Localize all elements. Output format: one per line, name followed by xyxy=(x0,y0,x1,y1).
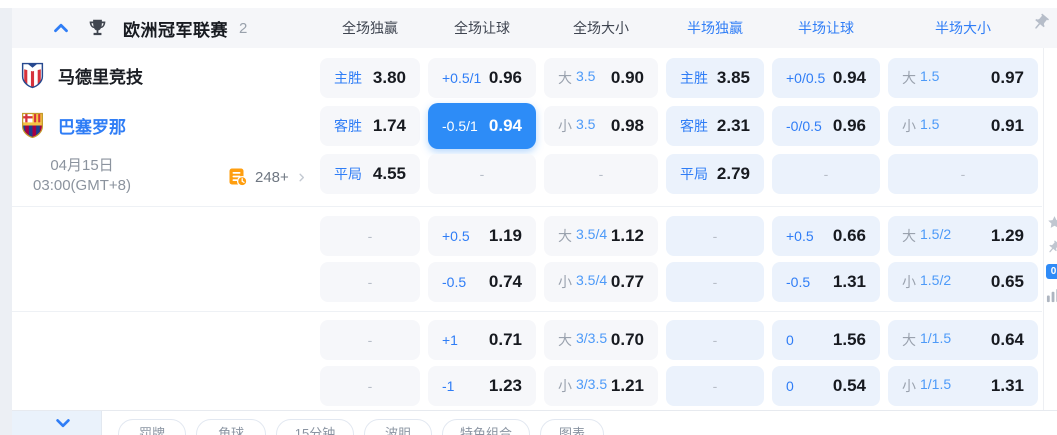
odds-cell[interactable]: 客胜 2.31 xyxy=(666,106,764,146)
market-chip[interactable]: 罚牌 xyxy=(118,419,186,435)
away-team-row[interactable]: 巴塞罗那 xyxy=(20,112,126,139)
odds-cell[interactable]: 小 1.5/2 0.65 xyxy=(888,262,1038,302)
odds-cell: - xyxy=(320,320,420,360)
collapse-chevron-up-icon[interactable] xyxy=(50,17,72,39)
odds-cell[interactable]: 小 1/1.5 1.31 xyxy=(888,366,1038,406)
trophy-icon xyxy=(87,18,108,39)
column-headers: 全场独赢 全场让球 全场大小 半场独赢 半场让球 半场大小 xyxy=(320,8,1038,48)
market-chip[interactable]: 角球 xyxy=(196,419,266,435)
odds-cell: - xyxy=(666,216,764,256)
markets-clock-icon xyxy=(228,167,248,187)
home-team-row[interactable]: 马德里竞技 xyxy=(20,62,143,89)
column-header-6: 半场大小 xyxy=(935,20,991,36)
odds-cell[interactable]: 大 3.5/4 1.12 xyxy=(544,216,658,256)
column-header-3: 全场大小 xyxy=(573,20,629,36)
markets-count: 248+ xyxy=(255,168,289,186)
odds-cell[interactable]: 大 3.5 0.90 xyxy=(544,58,658,98)
odds-cell[interactable]: -0.5 0.74 xyxy=(428,262,536,302)
odds-cell[interactable]: -0.5/1 0.94 xyxy=(428,103,536,149)
divider xyxy=(1043,48,1044,410)
odds-cell[interactable]: 平局 4.55 xyxy=(320,154,420,194)
odds-row: - +0.5 1.19 大 3.5/4 1.12- +0.5 0.66 大 1.5/2 1.29 xyxy=(320,216,1038,256)
left-gutter xyxy=(0,8,12,435)
odds-board: 欧洲冠军联赛 2 全场独赢 全场让球 全场大小 半场独赢 半场让球 半场大小 马德里竞技 xyxy=(0,0,1057,435)
match-date: 04月15日 xyxy=(50,157,114,174)
odds-cell[interactable]: +0.5 0.66 xyxy=(772,216,880,256)
odds-cell: - xyxy=(544,154,658,194)
league-title: 欧洲冠军联赛 xyxy=(123,20,228,40)
divider xyxy=(101,411,102,435)
divider xyxy=(12,206,1042,207)
odds-cell: - xyxy=(320,366,420,406)
away-team-name: 巴塞罗那 xyxy=(58,118,126,137)
odds-cell[interactable]: 小 1.5 0.91 xyxy=(888,106,1038,146)
column-header-2: 全场让球 xyxy=(454,20,510,36)
odds-cell: - xyxy=(320,262,420,302)
market-chip[interactable]: 特色组合 xyxy=(442,419,530,435)
odds-row: - +1 0.71 大 3/3.5 0.70-0 1.56 大 1/1.5 0.64 xyxy=(320,320,1038,360)
match-datetime: 04月15日 03:00(GMT+8) xyxy=(4,156,160,196)
odds-cell[interactable]: 大 1.5 0.97 xyxy=(888,58,1038,98)
odds-cell: - xyxy=(666,320,764,360)
odds-cell[interactable]: -0/0.5 0.96 xyxy=(772,106,880,146)
divider xyxy=(12,410,1057,411)
more-markets-link[interactable]: 248+ xyxy=(228,165,307,189)
column-header-4: 半场独赢 xyxy=(687,20,743,36)
odds-cell[interactable]: -0.5 1.31 xyxy=(772,262,880,302)
count-badge[interactable]: 0 xyxy=(1046,264,1057,279)
odds-row: 客胜 1.74 -0.5/1 0.94 小 3.5 0.98 客胜 2.31 -0/0.5 0.96… xyxy=(320,103,1038,149)
odds-row: 平局 4.55- - 平局 2.79- - xyxy=(320,154,1038,194)
odds-cell[interactable]: 平局 2.79 xyxy=(666,154,764,194)
odds-cell: - xyxy=(666,366,764,406)
odds-cell[interactable]: 大 3/3.5 0.70 xyxy=(544,320,658,360)
odds-row: - -0.5 0.74 小 3.5/4 0.77- -0.5 1.31 小 1.5/2 0.65 xyxy=(320,262,1038,302)
market-chip[interactable]: 波胆 xyxy=(364,419,432,435)
odds-cell[interactable]: 主胜 3.85 xyxy=(666,58,764,98)
odds-cell[interactable]: 小 3.5 0.98 xyxy=(544,106,658,146)
odds-cell[interactable]: 0 1.56 xyxy=(772,320,880,360)
odds-cell: - xyxy=(888,154,1038,194)
odds-cell[interactable]: 主胜 3.80 xyxy=(320,58,420,98)
odds-cell[interactable]: 客胜 1.74 xyxy=(320,106,420,146)
stats-bars-icon[interactable] xyxy=(1046,288,1057,303)
barcelona-crest-icon xyxy=(20,112,45,139)
collapse-chevron-down-icon[interactable] xyxy=(52,415,74,435)
odds-cell[interactable]: +1 0.71 xyxy=(428,320,536,360)
divider xyxy=(12,311,1042,312)
market-chip[interactable]: 图表 xyxy=(540,419,604,435)
column-header-1: 全场独赢 xyxy=(342,20,398,36)
odds-cell[interactable]: 0 0.54 xyxy=(772,366,880,406)
league-count-badge: 2 xyxy=(239,19,248,37)
odds-cell[interactable]: +0.5/1 0.96 xyxy=(428,58,536,98)
odds-cell[interactable]: 大 1/1.5 0.64 xyxy=(888,320,1038,360)
odds-cell: - xyxy=(428,154,536,194)
pushpin-icon[interactable] xyxy=(1031,13,1050,37)
match-action-rail: 0 xyxy=(1046,214,1057,303)
match-time: 03:00(GMT+8) xyxy=(33,177,131,194)
odds-cell[interactable]: 小 3/3.5 1.21 xyxy=(544,366,658,406)
league-header: 欧洲冠军联赛 2 xyxy=(50,8,247,48)
home-team-name: 马德里竞技 xyxy=(58,68,143,87)
odds-cell[interactable]: 大 1.5/2 1.29 xyxy=(888,216,1038,256)
column-header-5: 半场让球 xyxy=(798,20,854,36)
odds-row: - -1 1.23 小 3/3.5 1.21-0 0.54 小 1/1.5 1.31 xyxy=(320,366,1038,406)
odds-cell[interactable]: +0/0.5 0.94 xyxy=(772,58,880,98)
odds-cell[interactable]: +0.5 1.19 xyxy=(428,216,536,256)
odds-cell: - xyxy=(320,216,420,256)
odds-cell: - xyxy=(666,262,764,302)
chevron-right-icon xyxy=(296,172,307,183)
odds-cell[interactable]: 小 3.5/4 0.77 xyxy=(544,262,658,302)
odds-cell[interactable]: -1 1.23 xyxy=(428,366,536,406)
market-chip[interactable]: 15分钟 xyxy=(276,419,354,435)
odds-row: 主胜 3.80 +0.5/1 0.96 大 3.5 0.90 主胜 3.85 +0/0.5 0.94… xyxy=(320,58,1038,98)
atletico-crest-icon xyxy=(20,62,45,89)
favorite-star-icon[interactable] xyxy=(1046,214,1057,231)
odds-cell: - xyxy=(772,154,880,194)
pin-match-icon[interactable] xyxy=(1046,240,1057,255)
